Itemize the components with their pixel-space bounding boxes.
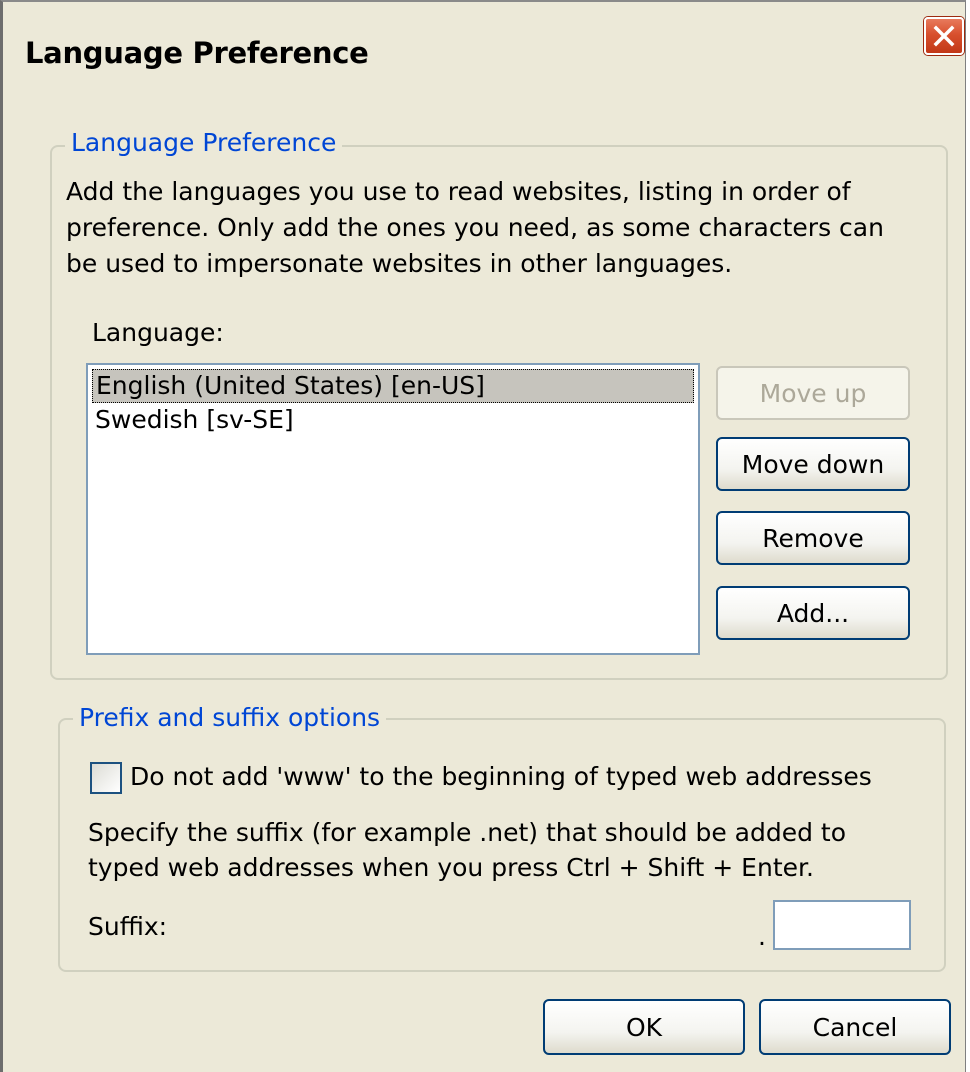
remove-button[interactable]: Remove: [716, 511, 910, 565]
language-listbox[interactable]: English (United States) [en-US] Swedish …: [86, 363, 700, 655]
language-preference-dialog: Language Preference Language Preference …: [0, 0, 966, 1072]
language-item-swedish[interactable]: Swedish [sv-SE]: [92, 403, 294, 437]
prefix-group-legend: Prefix and suffix options: [73, 703, 387, 732]
close-x-icon: [933, 25, 955, 47]
no-www-checkbox-label[interactable]: Do not add 'www' to the beginning of typ…: [130, 760, 872, 794]
suffix-label: Suffix:: [88, 912, 168, 941]
language-item-english[interactable]: English (United States) [en-US]: [92, 369, 694, 403]
move-up-button[interactable]: Move up: [716, 366, 910, 420]
move-down-button[interactable]: Move down: [716, 437, 910, 491]
suffix-dot: .: [758, 922, 766, 951]
suffix-description-line-2: typed web addresses when you press Ctrl …: [88, 853, 814, 882]
language-description-line-3: be used to impersonate websites in other…: [66, 249, 733, 278]
cancel-button[interactable]: Cancel: [759, 999, 951, 1055]
title-bar[interactable]: Language Preference: [3, 2, 965, 80]
add-button[interactable]: Add...: [716, 586, 910, 640]
language-group-legend: Language Preference: [65, 128, 343, 157]
window-title: Language Preference: [25, 36, 369, 70]
suffix-input[interactable]: [773, 900, 911, 950]
no-www-checkbox[interactable]: [90, 762, 122, 794]
language-list-label: Language:: [92, 318, 224, 347]
ok-button[interactable]: OK: [543, 999, 745, 1055]
language-description-line-2: preference. Only add the ones you need, …: [66, 213, 884, 242]
close-button[interactable]: [924, 17, 964, 55]
language-description-line-1: Add the languages you use to read websit…: [66, 177, 851, 206]
suffix-description-line-1: Specify the suffix (for example .net) th…: [88, 818, 847, 847]
